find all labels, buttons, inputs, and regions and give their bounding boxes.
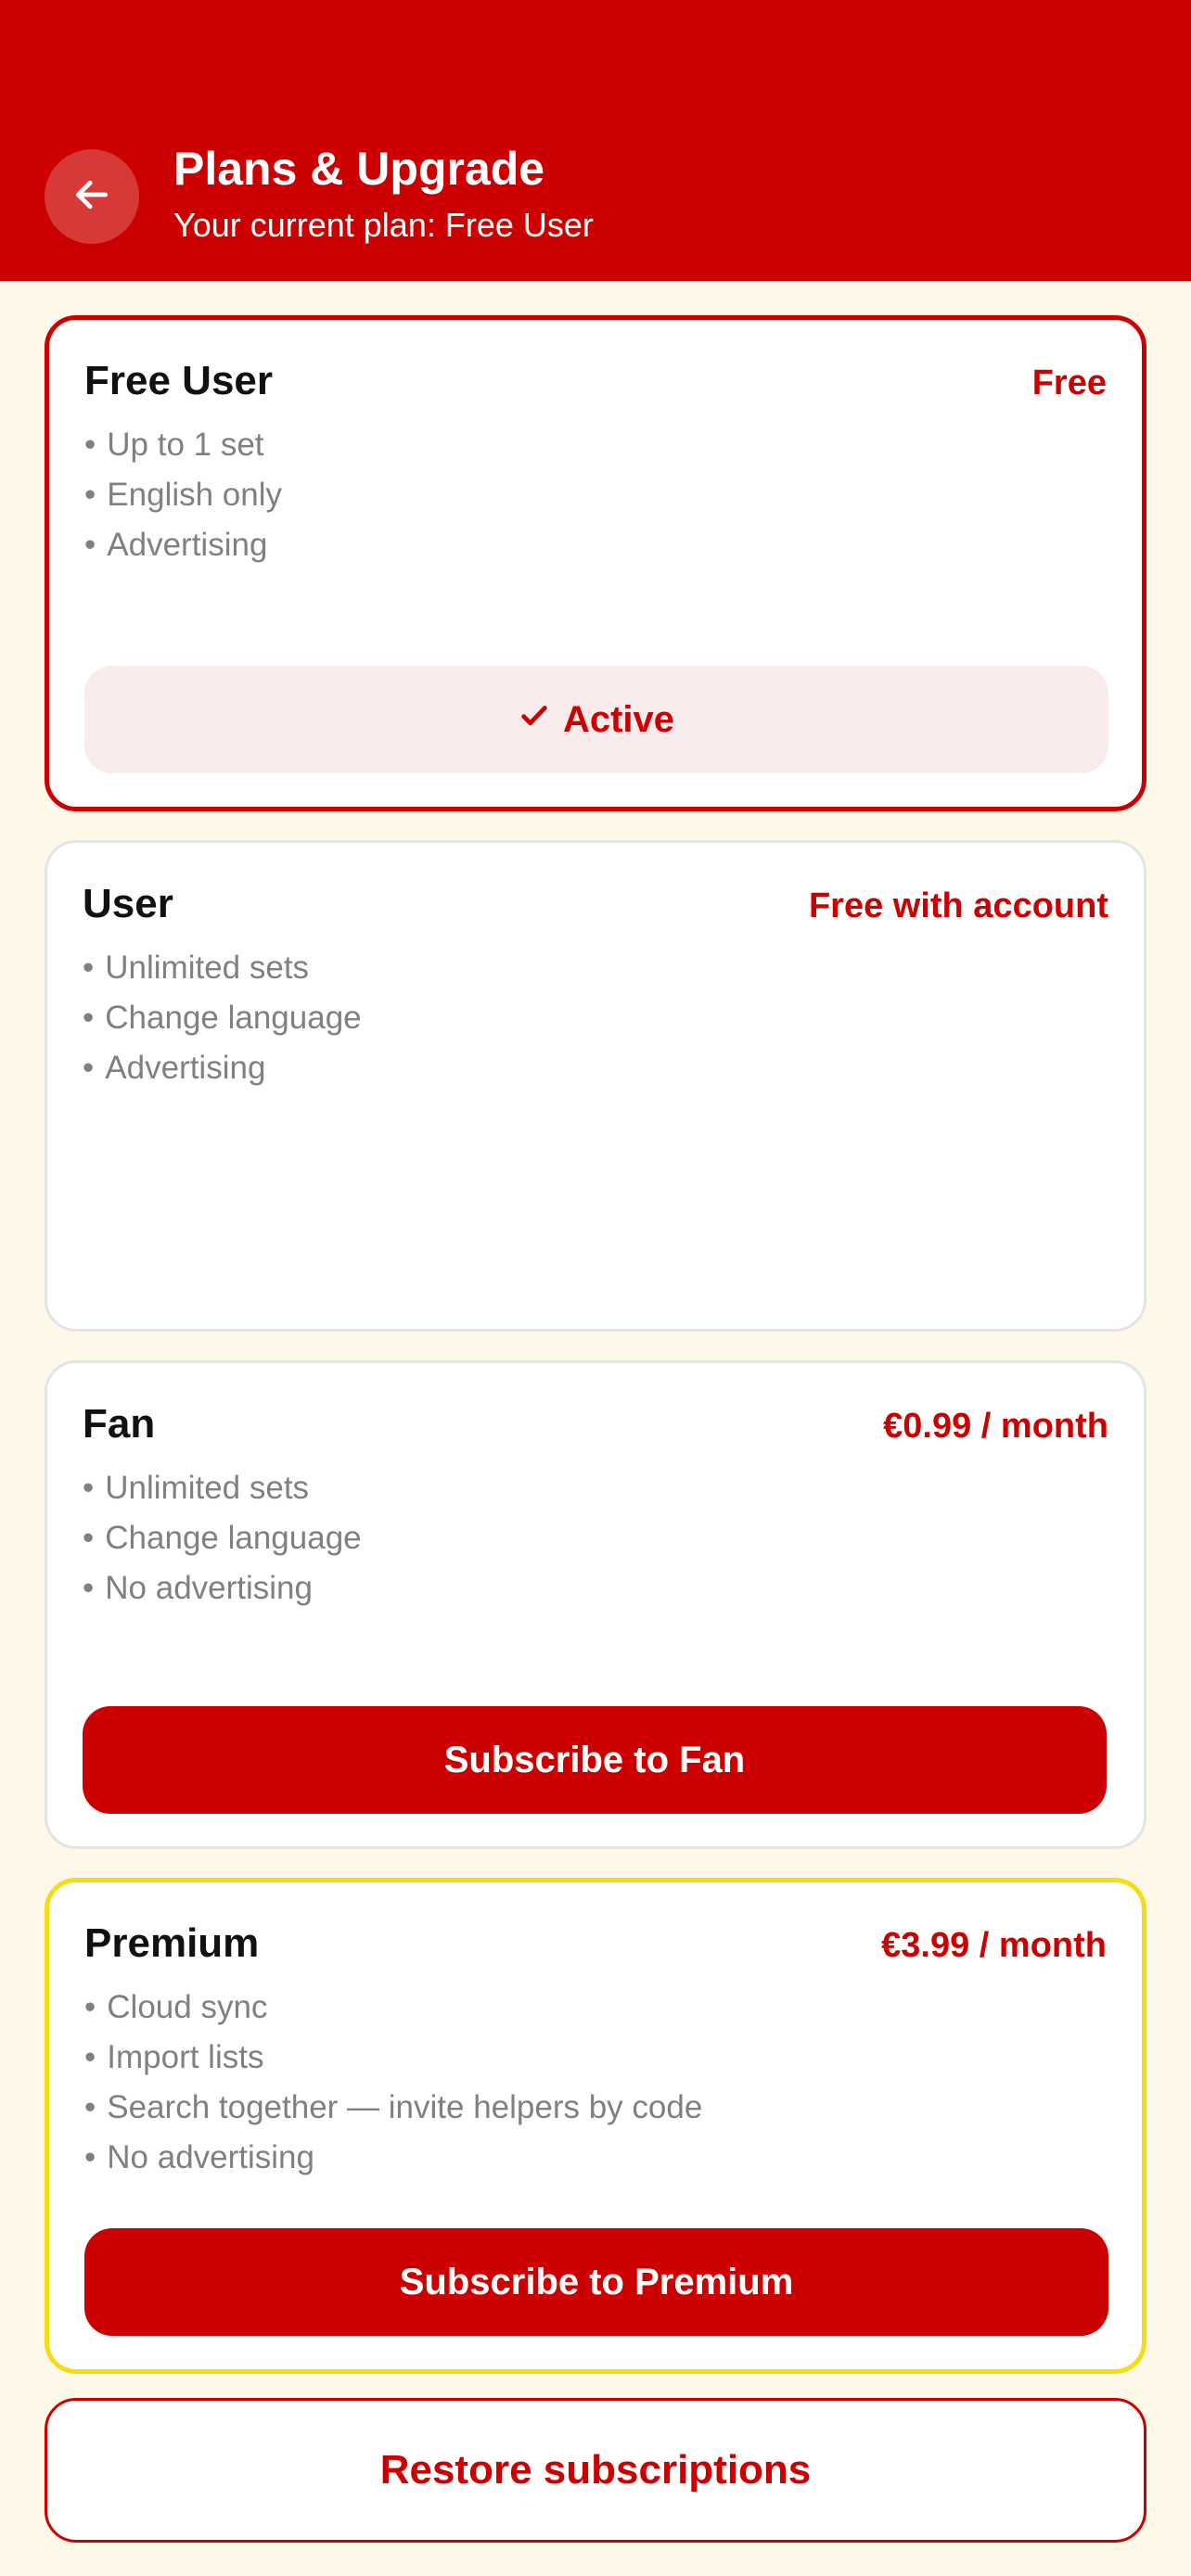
feature-item: • Unlimited sets bbox=[83, 1470, 310, 1506]
plan-card-free-user: Free User Free • Up to 1 set • English onl… bbox=[45, 315, 1146, 811]
feature-item: • Cloud sync bbox=[84, 1989, 268, 2025]
page-title: Plans & Upgrade bbox=[173, 143, 545, 195]
back-button[interactable] bbox=[45, 149, 139, 244]
feature-list: • Unlimited sets • Change language • Advert… bbox=[83, 943, 362, 1093]
feature-item: • Advertising bbox=[83, 1050, 266, 1086]
subscribe-premium-button[interactable]: Subscribe to Premium bbox=[84, 2228, 1108, 2336]
feature-item: • No advertising bbox=[84, 2139, 314, 2175]
subscribe-fan-button[interactable]: Subscribe to Fan bbox=[83, 1706, 1107, 1814]
feature-item: • Up to 1 set bbox=[84, 427, 264, 463]
plan-name: Fan bbox=[83, 1401, 156, 1447]
feature-item: • No advertising bbox=[83, 1570, 313, 1606]
plan-price: Free with account bbox=[808, 886, 1108, 925]
active-plan-button: Active bbox=[84, 666, 1108, 773]
plan-name: Premium bbox=[84, 1920, 260, 1966]
feature-item: • Import lists bbox=[84, 2039, 264, 2075]
plan-price: Free bbox=[1031, 363, 1107, 402]
plan-card-premium: Premium €3.99 / month • Cloud sync • Impor… bbox=[45, 1878, 1146, 2374]
app-header: Plans & Upgrade Your current plan: Free … bbox=[0, 0, 1191, 281]
plan-name: User bbox=[83, 881, 173, 926]
feature-list: • Up to 1 set • English only • Advertising bbox=[84, 420, 282, 570]
plan-card-fan: Fan €0.99 / month • Unlimited sets • Chang… bbox=[45, 1360, 1146, 1849]
current-plan-subtitle: Your current plan: Free User bbox=[173, 206, 594, 244]
plan-price: €0.99 / month bbox=[883, 1407, 1108, 1446]
feature-item: • Change language bbox=[83, 1000, 362, 1036]
feature-item: • English only bbox=[84, 477, 282, 513]
feature-item: • Change language bbox=[83, 1520, 362, 1556]
active-label: Active bbox=[562, 698, 675, 740]
feature-list: • Cloud sync • Import lists • Search togeth… bbox=[84, 1983, 702, 2183]
checkmark-icon bbox=[519, 699, 550, 741]
feature-item: • Advertising bbox=[84, 527, 268, 563]
feature-item: • Search together — invite helpers by cod… bbox=[84, 2089, 703, 2125]
feature-item: • Unlimited sets bbox=[83, 950, 310, 986]
feature-list: • Unlimited sets • Change language • No adv… bbox=[83, 1463, 362, 1613]
restore-subscriptions-button[interactable]: Restore subscriptions bbox=[45, 2398, 1146, 2543]
plan-name: Free User bbox=[84, 358, 274, 403]
arrow-left-icon bbox=[71, 174, 112, 220]
plan-price: €3.99 / month bbox=[881, 1926, 1107, 1965]
plan-card-user: User Free with account • Unlimited sets •… bbox=[45, 840, 1146, 1332]
